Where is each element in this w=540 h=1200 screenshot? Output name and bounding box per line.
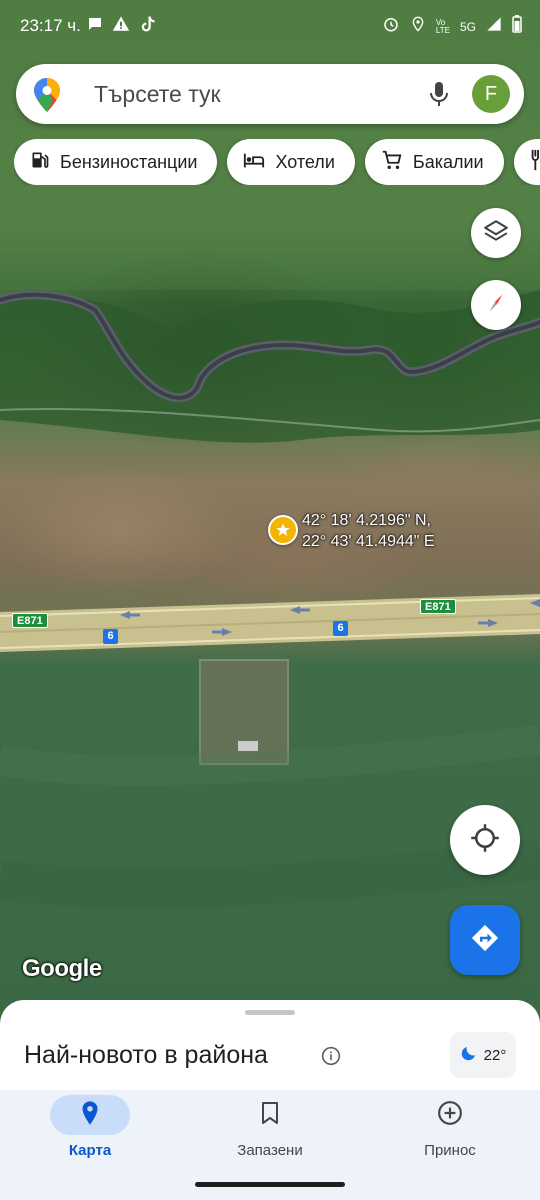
chat-bubble-icon [86, 15, 104, 38]
my-location-button[interactable] [450, 805, 520, 875]
gesture-bar[interactable] [195, 1182, 345, 1187]
layers-button[interactable] [471, 208, 521, 258]
temperature-text: 22° [483, 1046, 507, 1064]
nav-item-map[interactable]: Карта [20, 1090, 160, 1159]
chip-groceries[interactable]: Бакалии [364, 139, 504, 185]
warning-icon [112, 15, 130, 38]
bookmark-icon [260, 1101, 280, 1130]
road-label-6: 6 [333, 621, 348, 636]
volte-icon: Vo LTE [435, 17, 450, 35]
chip-hotels[interactable]: Хотели [227, 139, 355, 185]
compass-icon [483, 290, 509, 321]
road-label-6: 6 [103, 629, 118, 644]
directions-button[interactable] [450, 905, 520, 975]
search-bar[interactable]: Търсете тук F [16, 64, 524, 124]
add-circle-icon [437, 1100, 463, 1131]
nav-pill-active [50, 1095, 130, 1135]
nav-item-contribute[interactable]: Принос [380, 1090, 520, 1159]
latitude-text: 42° 18' 4.2196" N, [302, 512, 431, 529]
restaurant-icon [530, 149, 540, 176]
sheet-title: Най-новото в района [24, 1041, 268, 1069]
location-icon [410, 15, 426, 38]
longitude-text: 22° 43' 41.4944" E [302, 533, 435, 550]
sheet-drag-handle[interactable] [245, 1010, 295, 1015]
gas-station-icon [30, 150, 50, 175]
chip-label: Бензиностанции [60, 151, 198, 172]
info-icon[interactable] [321, 1046, 341, 1071]
google-logo: Google [22, 955, 102, 982]
chip-label: Хотели [275, 151, 335, 172]
tiktok-icon [138, 15, 156, 38]
nav-pill [410, 1095, 490, 1135]
nav-label: Принос [424, 1142, 476, 1159]
battery-icon [512, 15, 522, 38]
crosshair-icon [470, 823, 500, 858]
microphone-icon[interactable] [428, 81, 450, 112]
bed-icon [243, 150, 265, 175]
avatar[interactable]: F [472, 75, 510, 113]
chip-label: Бакалии [412, 151, 484, 172]
star-pin-icon[interactable] [268, 515, 298, 545]
nav-pill [230, 1095, 310, 1135]
weather-chip[interactable]: 22° [450, 1032, 516, 1078]
chip-restaurants[interactable] [513, 139, 540, 185]
road-label-e871: E871 [12, 613, 48, 628]
chip-gas-stations[interactable]: Бензиностанции [14, 139, 218, 185]
signal-icon [486, 16, 502, 37]
alarm-icon [382, 15, 400, 38]
nav-item-saved[interactable]: Запазени [200, 1090, 340, 1159]
category-chips: Бензиностанции Хотели Бакалии [14, 139, 540, 185]
clock: 23:17 ч. [20, 16, 81, 35]
search-input[interactable]: Търсете тук [94, 81, 221, 108]
nav-label: Запазени [237, 1142, 303, 1159]
compass-button[interactable] [471, 280, 521, 330]
network-type: 5G [459, 19, 476, 34]
nav-label: Карта [68, 1142, 112, 1159]
google-maps-pin-icon [34, 78, 60, 117]
road-label-e871: E871 [420, 599, 456, 614]
status-bar: 23:17 ч. Vo LTE 5G [0, 0, 540, 52]
cart-icon [381, 149, 403, 176]
moon-icon [460, 1044, 478, 1066]
map-pin-icon [80, 1100, 100, 1131]
layers-icon [483, 218, 509, 249]
directions-icon [470, 923, 500, 958]
coordinates-label[interactable]: 42° 18' 4.2196" N, 22° 43' 41.4944" E [302, 510, 435, 552]
